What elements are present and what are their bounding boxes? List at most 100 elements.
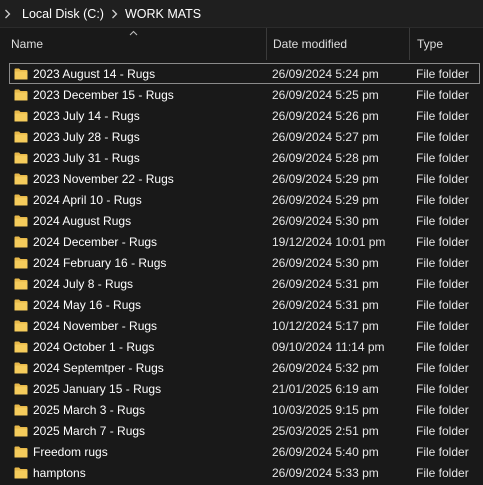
folder-icon bbox=[14, 257, 28, 269]
list-item[interactable]: 2023 July 14 - Rugs 26/09/2024 5:26 pm Fil… bbox=[0, 105, 483, 126]
folder-icon bbox=[14, 383, 28, 395]
folder-icon bbox=[14, 467, 28, 479]
list-item-type: File folder bbox=[416, 318, 469, 333]
list-item-date-modified: 26/09/2024 5:31 pm bbox=[272, 276, 379, 291]
list-item[interactable]: 2024 February 16 - Rugs 26/09/2024 5:30 p… bbox=[0, 252, 483, 273]
list-item-type: File folder bbox=[416, 129, 469, 144]
list-item-type: File folder bbox=[416, 444, 469, 459]
chevron-right-icon[interactable] bbox=[0, 9, 19, 19]
list-item-name: 2025 March 3 - Rugs bbox=[33, 402, 146, 417]
folder-icon bbox=[14, 299, 28, 311]
folder-icon bbox=[14, 278, 28, 290]
list-item[interactable]: 2024 Septemtper - Rugs 26/09/2024 5:32 pm… bbox=[0, 357, 483, 378]
list-item-date-modified: 26/09/2024 5:26 pm bbox=[272, 108, 379, 123]
list-item-name-cell: 2024 July 8 - Rugs bbox=[14, 273, 264, 294]
column-header-name[interactable]: Name bbox=[0, 28, 266, 60]
list-item[interactable]: 2023 August 14 - Rugs 26/09/2024 5:24 pm F… bbox=[9, 63, 480, 84]
list-item[interactable]: 2024 April 10 - Rugs 26/09/2024 5:29 pm Fi… bbox=[0, 189, 483, 210]
list-item-name-cell: 2023 November 22 - Rugs bbox=[14, 168, 264, 189]
folder-icon bbox=[14, 446, 28, 458]
list-item-name-cell: 2023 December 15 - Rugs bbox=[14, 84, 264, 105]
list-item-name-cell: 2023 July 31 - Rugs bbox=[14, 147, 264, 168]
list-item-date-modified: 26/09/2024 5:25 pm bbox=[272, 87, 379, 102]
list-item-type: File folder bbox=[416, 255, 469, 270]
list-item[interactable]: 2024 November - Rugs 10/12/2024 5:17 pm Fi… bbox=[0, 315, 483, 336]
list-item-name: 2023 November 22 - Rugs bbox=[33, 171, 174, 186]
folder-icon bbox=[14, 362, 28, 374]
list-item-name-cell: 2024 Septemtper - Rugs bbox=[14, 357, 264, 378]
list-item[interactable]: 2024 July 8 - Rugs 26/09/2024 5:31 pm File… bbox=[0, 273, 483, 294]
column-header-type[interactable]: Type bbox=[409, 28, 483, 60]
list-item-name: 2023 July 14 - Rugs bbox=[33, 108, 140, 123]
list-item-name: 2025 January 15 - Rugs bbox=[33, 381, 162, 396]
list-item-name-cell: 2024 February 16 - Rugs bbox=[14, 252, 264, 273]
list-item-date-modified: 09/10/2024 11:14 pm bbox=[272, 339, 385, 354]
chevron-right-icon[interactable] bbox=[107, 9, 122, 19]
list-item[interactable]: 2024 December - Rugs 19/12/2024 10:01 pm F… bbox=[0, 231, 483, 252]
list-item-name-cell: 2024 April 10 - Rugs bbox=[14, 189, 264, 210]
list-item-date-modified: 26/09/2024 5:31 pm bbox=[272, 297, 379, 312]
list-item[interactable]: 2024 May 16 - Rugs 26/09/2024 5:31 pm File… bbox=[0, 294, 483, 315]
list-item-name-cell: hamptons bbox=[14, 462, 264, 483]
list-item-name-cell: 2023 August 14 - Rugs bbox=[14, 63, 264, 84]
list-item-type: File folder bbox=[416, 171, 469, 186]
list-item-type: File folder bbox=[416, 234, 469, 249]
list-item-type: File folder bbox=[416, 465, 469, 480]
column-header-date-modified[interactable]: Date modified bbox=[266, 28, 409, 60]
list-item[interactable]: 2023 July 31 - Rugs 26/09/2024 5:28 pm Fil… bbox=[0, 147, 483, 168]
folder-icon bbox=[14, 68, 28, 80]
list-item-type: File folder bbox=[416, 276, 469, 291]
folder-icon bbox=[14, 236, 28, 248]
list-item-name-cell: Freedom rugs bbox=[14, 441, 264, 462]
list-item-name-cell: 2024 October 1 - Rugs bbox=[14, 336, 264, 357]
breadcrumb-item-local-disk[interactable]: Local Disk (C:) bbox=[19, 7, 107, 21]
list-item-date-modified: 26/09/2024 5:40 pm bbox=[272, 444, 379, 459]
list-item[interactable]: Freedom rugs 26/09/2024 5:40 pm File folde… bbox=[0, 441, 483, 462]
folder-icon bbox=[14, 131, 28, 143]
breadcrumb-item-work-mats[interactable]: WORK MATS bbox=[122, 7, 204, 21]
list-item-name: 2024 May 16 - Rugs bbox=[33, 297, 142, 312]
list-item-name: 2024 December - Rugs bbox=[33, 234, 158, 249]
list-item[interactable]: 2024 October 1 - Rugs 09/10/2024 11:14 pm… bbox=[0, 336, 483, 357]
list-item-name-cell: 2024 August Rugs bbox=[14, 210, 264, 231]
list-item-date-modified: 26/09/2024 5:29 pm bbox=[272, 171, 379, 186]
list-item-name: 2025 March 7 - Rugs bbox=[33, 423, 146, 438]
folder-icon bbox=[14, 152, 28, 164]
column-header-row: Name Date modified Type bbox=[0, 28, 483, 60]
list-item-type: File folder bbox=[416, 192, 469, 207]
list-item-name: 2024 Septemtper - Rugs bbox=[33, 360, 164, 375]
list-item[interactable]: 2023 July 28 - Rugs 26/09/2024 5:27 pm Fil… bbox=[0, 126, 483, 147]
list-item-name: 2024 April 10 - Rugs bbox=[33, 192, 142, 207]
list-item-name: 2023 July 28 - Rugs bbox=[33, 129, 140, 144]
folder-icon bbox=[14, 89, 28, 101]
list-item-name: 2024 February 16 - Rugs bbox=[33, 255, 167, 270]
list-item-type: File folder bbox=[416, 213, 469, 228]
list-item-date-modified: 26/09/2024 5:30 pm bbox=[272, 213, 379, 228]
list-item-type: File folder bbox=[416, 381, 469, 396]
list-item-date-modified: 26/09/2024 5:32 pm bbox=[272, 360, 379, 375]
list-item-name-cell: 2024 December - Rugs bbox=[14, 231, 264, 252]
list-item-name-cell: 2025 March 7 - Rugs bbox=[14, 420, 264, 441]
folder-icon bbox=[14, 341, 28, 353]
list-item[interactable]: 2023 December 15 - Rugs 26/09/2024 5:25 p… bbox=[0, 84, 483, 105]
list-item-name-cell: 2025 March 3 - Rugs bbox=[14, 399, 264, 420]
list-item-name: 2023 August 14 - Rugs bbox=[33, 66, 156, 81]
file-explorer-window: Local Disk (C:) WORK MATS Name Date modi… bbox=[0, 0, 483, 485]
folder-icon bbox=[14, 404, 28, 416]
list-item[interactable]: hamptons 26/09/2024 5:33 pm File folder bbox=[0, 462, 483, 483]
list-item-name: 2024 October 1 - Rugs bbox=[33, 339, 155, 354]
list-item-date-modified: 10/12/2024 5:17 pm bbox=[272, 318, 379, 333]
folder-icon bbox=[14, 173, 28, 185]
list-item[interactable]: 2025 March 3 - Rugs 10/03/2025 9:15 pm Fil… bbox=[0, 399, 483, 420]
list-item[interactable]: 2025 January 15 - Rugs 21/01/2025 6:19 am… bbox=[0, 378, 483, 399]
list-item-type: File folder bbox=[416, 402, 469, 417]
list-item-date-modified: 26/09/2024 5:24 pm bbox=[272, 66, 379, 81]
list-item[interactable]: 2023 November 22 - Rugs 26/09/2024 5:29 p… bbox=[0, 168, 483, 189]
list-item[interactable]: 2024 August Rugs 26/09/2024 5:30 pm File f… bbox=[0, 210, 483, 231]
list-item-date-modified: 19/12/2024 10:01 pm bbox=[272, 234, 386, 249]
list-item-type: File folder bbox=[416, 66, 469, 81]
list-item-date-modified: 10/03/2025 9:15 pm bbox=[272, 402, 379, 417]
list-item[interactable]: 2025 March 7 - Rugs 25/03/2025 2:51 pm Fil… bbox=[0, 420, 483, 441]
list-item-type: File folder bbox=[416, 360, 469, 375]
list-item-type: File folder bbox=[416, 423, 469, 438]
